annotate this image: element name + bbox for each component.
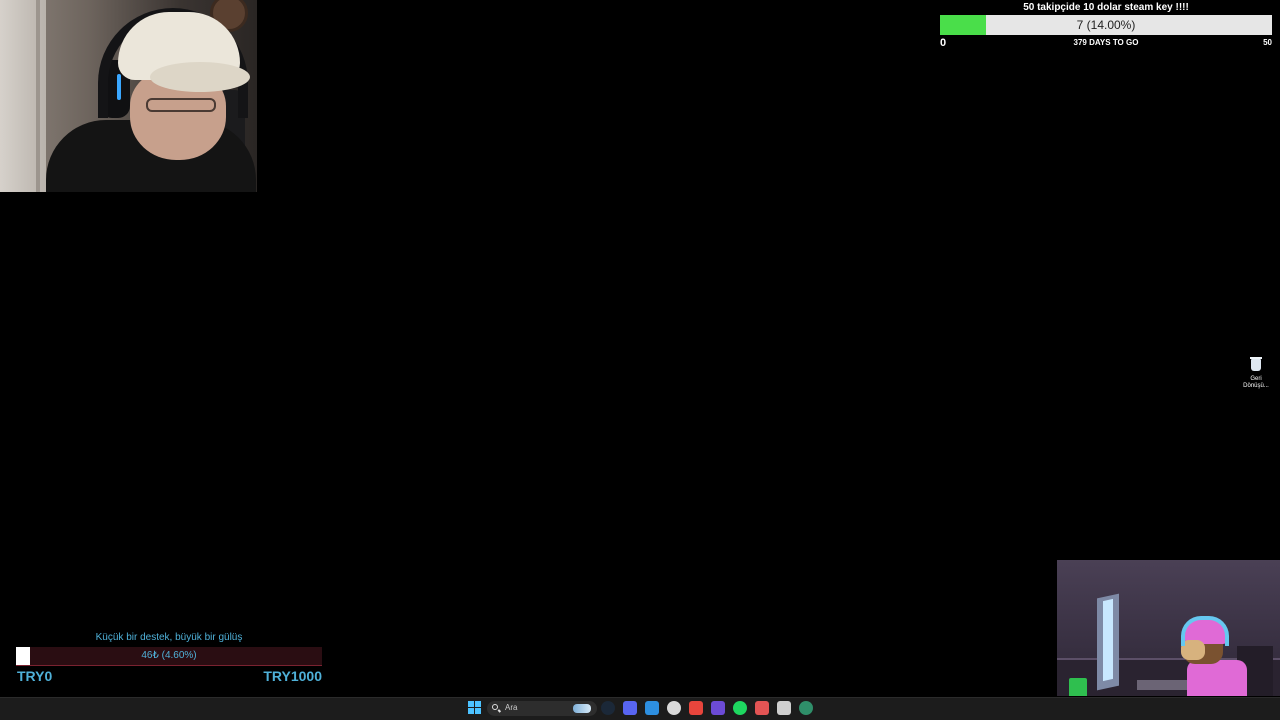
donation-goal-min: TRY0 (17, 668, 53, 684)
taskbar: Ara (0, 697, 1280, 720)
windows-logo-icon-tile (475, 708, 481, 714)
taskbar-search-placeholder: Ara (505, 703, 518, 712)
chrome-icon[interactable] (689, 701, 703, 715)
webcam-cap-brim (150, 62, 250, 92)
follower-goal-days-left: 379 DAYS TO GO (1073, 38, 1139, 47)
recycle-bin-icon (1250, 357, 1262, 371)
file-explorer-icon[interactable] (667, 701, 681, 715)
taskbar-search-box[interactable]: Ara (487, 701, 597, 716)
battle-net-icon[interactable] (777, 701, 791, 715)
start-button[interactable] (468, 701, 482, 715)
windows-logo-icon-tile (468, 708, 474, 714)
pixel-art-monitor-screen (1103, 598, 1113, 682)
recycle-bin-label-line1: Geri (1250, 376, 1262, 382)
donation-goal-title: Küçük bir destek, büyük bir gülüş (95, 632, 243, 643)
pixel-art-character-body (1187, 660, 1247, 696)
pixel-art-headset (1181, 616, 1229, 646)
follower-goal-progress-bar: 7 (14.00%) (940, 15, 1272, 35)
follower-goal-widget: 50 takipçide 10 dolar steam key !!!! 7 (… (940, 0, 1272, 52)
donation-goal-max: TRY1000 (263, 668, 322, 684)
terminal-icon[interactable] (799, 701, 813, 715)
donation-goal-progress-bar: 46₺ (4.60%) (16, 647, 322, 666)
steam-icon[interactable] (601, 701, 615, 715)
discord-icon[interactable] (623, 701, 637, 715)
spotify-icon[interactable] (733, 701, 747, 715)
follower-goal-progress-text: 7 (14.00%) (1076, 18, 1136, 32)
follower-goal-title: 50 takipçide 10 dolar steam key !!!! (1023, 2, 1189, 13)
desktop-recycle-bin[interactable]: Geri Dönüşü... (1240, 357, 1272, 390)
donation-goal-widget: Küçük bir destek, büyük bir gülüş 46₺ (4… (16, 630, 322, 686)
vpn-icon[interactable] (711, 701, 725, 715)
recycle-bin-label-line2: Dönüşü... (1243, 383, 1269, 389)
search-icon (492, 704, 498, 710)
windows-logo-icon (468, 701, 474, 707)
pixel-art-wall (1057, 560, 1280, 660)
search-highlight-icon (573, 704, 591, 713)
follower-goal-max: 50 (1263, 38, 1272, 47)
webcam-door-frame (36, 0, 40, 192)
pixel-art-mug (1069, 678, 1087, 696)
windows-logo-icon-tile (475, 701, 481, 707)
obs-icon[interactable] (755, 701, 769, 715)
donation-goal-progress-text: 46₺ (4.60%) (141, 650, 197, 661)
webcam-overlay (0, 0, 257, 192)
pixel-art-streamer-scene (1057, 560, 1280, 696)
vscode-icon[interactable] (645, 701, 659, 715)
webcam-glasses (146, 98, 216, 112)
